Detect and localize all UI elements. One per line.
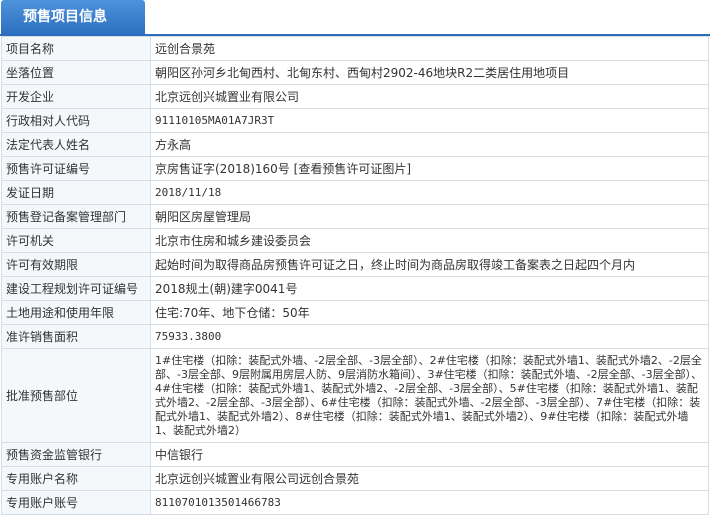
- row-label-developer: 开发企业: [1, 84, 151, 109]
- table-row: 行政相对人代码 91110105MA01A7JR3T: [1, 108, 709, 133]
- table-row: 项目名称 远创合景苑: [1, 36, 709, 61]
- row-value-permit-no: 京房售证字(2018)160号 [查看预售许可证图片]: [150, 156, 709, 181]
- row-value-escrow-bank: 中信银行: [150, 442, 709, 467]
- row-label-account-name: 专用账户名称: [1, 466, 151, 491]
- row-value-location: 朝阳区孙河乡北甸西村、北甸东村、西甸村2902-46地块R2二类居住用地项目: [150, 60, 709, 85]
- row-value-project-name: 远创合景苑: [150, 36, 709, 61]
- row-label-planning-permit: 建设工程规划许可证编号: [1, 276, 151, 301]
- row-label-validity: 许可有效期限: [1, 252, 151, 277]
- table-row: 建设工程规划许可证编号 2018规土(朝)建字0041号: [1, 276, 709, 301]
- row-label-legal-rep: 法定代表人姓名: [1, 132, 151, 157]
- view-permit-image-link[interactable]: [查看预售许可证图片]: [294, 162, 411, 176]
- row-value-sale-area: 75933.3800: [150, 324, 709, 349]
- row-label-permit-no: 预售许可证编号: [1, 156, 151, 181]
- table-row: 土地用途和使用年限 住宅:70年、地下仓储：50年: [1, 300, 709, 325]
- row-label-account-no: 专用账户账号: [1, 490, 151, 515]
- row-label-issue-date: 发证日期: [1, 180, 151, 205]
- table-row: 专用账户名称 北京远创兴城置业有限公司远创合景苑: [1, 466, 709, 491]
- row-label-authority: 许可机关: [1, 228, 151, 253]
- row-value-planning-permit: 2018规土(朝)建字0041号: [150, 276, 709, 301]
- row-label-land-use: 土地用途和使用年限: [1, 300, 151, 325]
- table-row: 批准预售部位 1#住宅楼（扣除：装配式外墙、-2层全部、-3层全部）、2#住宅楼…: [1, 348, 709, 443]
- row-value-validity: 起始时间为取得商品房预售许可证之日，终止时间为商品房取得竣工备案表之日起四个月内: [150, 252, 709, 277]
- table-row: 开发企业 北京远创兴城置业有限公司: [1, 84, 709, 109]
- row-label-sale-area: 准许销售面积: [1, 324, 151, 349]
- row-value-credit-code: 91110105MA01A7JR3T: [150, 108, 709, 133]
- tab-bar: 预售项目信息: [0, 0, 710, 36]
- row-value-account-name: 北京远创兴城置业有限公司远创合景苑: [150, 466, 709, 491]
- info-table: 项目名称 远创合景苑 坐落位置 朝阳区孙河乡北甸西村、北甸东村、西甸村2902-…: [1, 36, 709, 515]
- row-label-escrow-bank: 预售资金监管银行: [1, 442, 151, 467]
- row-label-project-name: 项目名称: [1, 36, 151, 61]
- table-row: 专用账户账号 8110701013501466783: [1, 490, 709, 515]
- row-value-filing-dept: 朝阳区房屋管理局: [150, 204, 709, 229]
- table-row: 发证日期 2018/11/18: [1, 180, 709, 205]
- row-value-account-no: 8110701013501466783: [150, 490, 709, 515]
- table-row: 坐落位置 朝阳区孙河乡北甸西村、北甸东村、西甸村2902-46地块R2二类居住用…: [1, 60, 709, 85]
- row-label-filing-dept: 预售登记备案管理部门: [1, 204, 151, 229]
- table-row: 许可有效期限 起始时间为取得商品房预售许可证之日，终止时间为商品房取得竣工备案表…: [1, 252, 709, 277]
- row-value-issue-date: 2018/11/18: [150, 180, 709, 205]
- row-value-land-use: 住宅:70年、地下仓储：50年: [150, 300, 709, 325]
- row-label-credit-code: 行政相对人代码: [1, 108, 151, 133]
- row-value-developer: 北京远创兴城置业有限公司: [150, 84, 709, 109]
- row-value-legal-rep: 方永高: [150, 132, 709, 157]
- tab-presale-info[interactable]: 预售项目信息: [1, 0, 145, 34]
- table-row: 准许销售面积 75933.3800: [1, 324, 709, 349]
- table-row: 预售许可证编号 京房售证字(2018)160号 [查看预售许可证图片]: [1, 156, 709, 181]
- table-row: 许可机关 北京市住房和城乡建设委员会: [1, 228, 709, 253]
- row-label-approved-parts: 批准预售部位: [1, 348, 151, 443]
- table-row: 预售登记备案管理部门 朝阳区房屋管理局: [1, 204, 709, 229]
- table-row: 预售资金监管银行 中信银行: [1, 442, 709, 467]
- permit-number: 京房售证字(2018)160号: [155, 162, 290, 176]
- row-label-location: 坐落位置: [1, 60, 151, 85]
- row-value-approved-parts: 1#住宅楼（扣除：装配式外墙、-2层全部、-3层全部）、2#住宅楼（扣除：装配式…: [150, 348, 709, 443]
- page: 预售项目信息 项目名称 远创合景苑 坐落位置 朝阳区孙河乡北甸西村、北甸东村、西…: [0, 0, 710, 529]
- table-row: 法定代表人姓名 方永高: [1, 132, 709, 157]
- row-value-authority: 北京市住房和城乡建设委员会: [150, 228, 709, 253]
